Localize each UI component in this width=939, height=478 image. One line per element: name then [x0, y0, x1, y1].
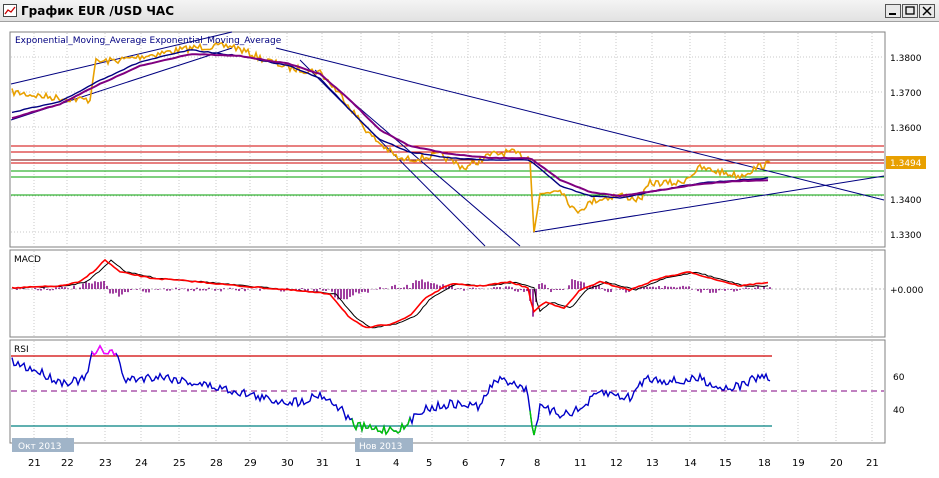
price-tick: 1.3800 — [890, 54, 922, 64]
date-label: 1 — [355, 458, 361, 469]
rsi-tick: 40 — [893, 406, 905, 416]
date-label: 15 — [719, 458, 732, 469]
date-label: 18 — [758, 458, 771, 469]
date-label: 23 — [99, 458, 112, 469]
date-label: 20 — [830, 458, 843, 469]
date-label: 25 — [173, 458, 186, 469]
month-label: Окт 2013 — [18, 442, 62, 452]
date-label: 4 — [393, 458, 399, 469]
month-label: Нов 2013 — [359, 442, 402, 452]
chart-canvas[interactable]: Exponential_Moving_Average Exponential_M… — [0, 0, 939, 478]
date-axis: 21 22 23 24 25 28 29 30 31 1 4 5 6 7 8 11 12 13 14 15 18 19 20… — [28, 458, 879, 469]
date-label: 21 — [28, 458, 41, 469]
indicators-label: Exponential_Moving_Average Exponential_M… — [15, 36, 282, 46]
rsi-tick: 60 — [893, 373, 905, 383]
date-label: 7 — [499, 458, 505, 469]
price-axis: 1.3800 1.3700 1.3600 1.3400 1.3300 — [890, 54, 922, 241]
macd-label: MACD — [14, 255, 41, 265]
date-label: 6 — [462, 458, 468, 469]
price-tick: 1.3400 — [890, 196, 922, 206]
price-tick: 1.3300 — [890, 231, 922, 241]
date-label: 12 — [610, 458, 623, 469]
rsi-axis: 60 40 — [893, 373, 905, 416]
date-label: 24 — [135, 458, 148, 469]
date-label: 31 — [316, 458, 329, 469]
date-label: 22 — [61, 458, 74, 469]
date-label: 21 — [866, 458, 879, 469]
date-label: 5 — [426, 458, 432, 469]
price-tick: 1.3700 — [890, 89, 922, 99]
date-label: 19 — [792, 458, 805, 469]
date-label: 14 — [684, 458, 697, 469]
date-label: 29 — [244, 458, 257, 469]
price-panel[interactable] — [9, 31, 886, 248]
rsi-label: RSI — [14, 345, 29, 355]
current-price-label: 1.3494 — [890, 159, 922, 169]
macd-tick: +0.000 — [890, 286, 924, 296]
date-label: 13 — [646, 458, 659, 469]
date-label: 11 — [574, 458, 587, 469]
date-label: 8 — [534, 458, 540, 469]
price-tick: 1.3600 — [890, 124, 922, 134]
date-label: 28 — [210, 458, 223, 469]
date-label: 30 — [281, 458, 294, 469]
